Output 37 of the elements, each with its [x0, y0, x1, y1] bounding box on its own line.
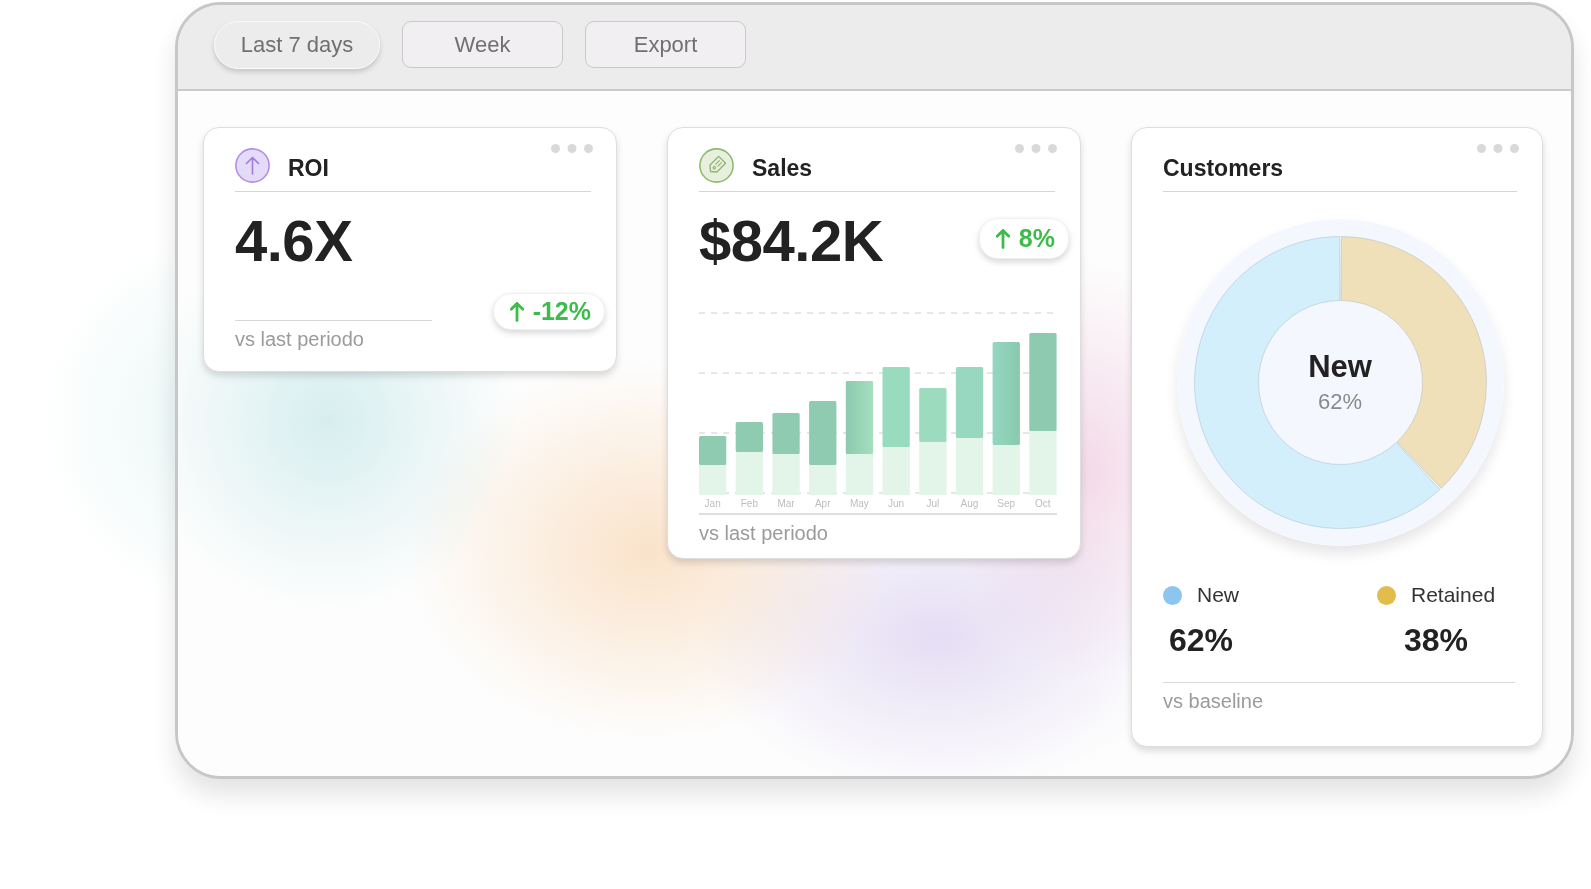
card-title: Sales: [752, 154, 813, 182]
more-icon[interactable]: [1477, 144, 1519, 153]
metric-value: 4.6X: [235, 212, 353, 270]
month-label: Jan: [703, 497, 722, 511]
arrow-up-icon: [509, 301, 524, 322]
metric-value: $84.2K: [699, 212, 884, 270]
month-label: Jun: [887, 497, 906, 511]
month-label: Aug: [959, 497, 980, 511]
toolbar-button[interactable]: Week: [402, 21, 563, 68]
legend-label: Retained: [1411, 583, 1496, 607]
donut-slice: [1193, 236, 1440, 529]
toolbar-button[interactable]: Last 7 days: [214, 21, 380, 69]
more-icon[interactable]: [1015, 144, 1057, 153]
month-label: Mar: [776, 497, 796, 511]
tag-icon: [699, 148, 734, 183]
donut-center-label: New: [1308, 349, 1372, 385]
month-label: Apr: [813, 497, 832, 511]
arrow-up-circle-icon: [235, 148, 270, 183]
more-icon[interactable]: [551, 144, 593, 153]
arrow-up-icon: [995, 228, 1010, 249]
legend-value: 38%: [1404, 622, 1469, 658]
month-label: Feb: [739, 497, 759, 511]
month-label: Sep: [996, 497, 1017, 511]
month-label: Oct: [1034, 497, 1052, 511]
toolbar-button[interactable]: Export: [585, 21, 746, 68]
change-percent: 8%: [1018, 224, 1055, 253]
legend-label: New: [1197, 583, 1239, 607]
month-label: Jul: [925, 497, 941, 511]
month-label: May: [848, 497, 870, 511]
change-percent: -12%: [532, 297, 591, 326]
comparison-note: vs baseline: [1163, 689, 1264, 713]
comparison-note: vs last periodo: [235, 327, 364, 351]
card-title: ROI: [288, 154, 329, 182]
card-title: Customers: [1163, 154, 1284, 182]
donut-center-value: 62%: [1317, 388, 1362, 416]
comparison-note: vs last periodo: [699, 521, 828, 545]
legend-value: 62%: [1169, 622, 1234, 658]
